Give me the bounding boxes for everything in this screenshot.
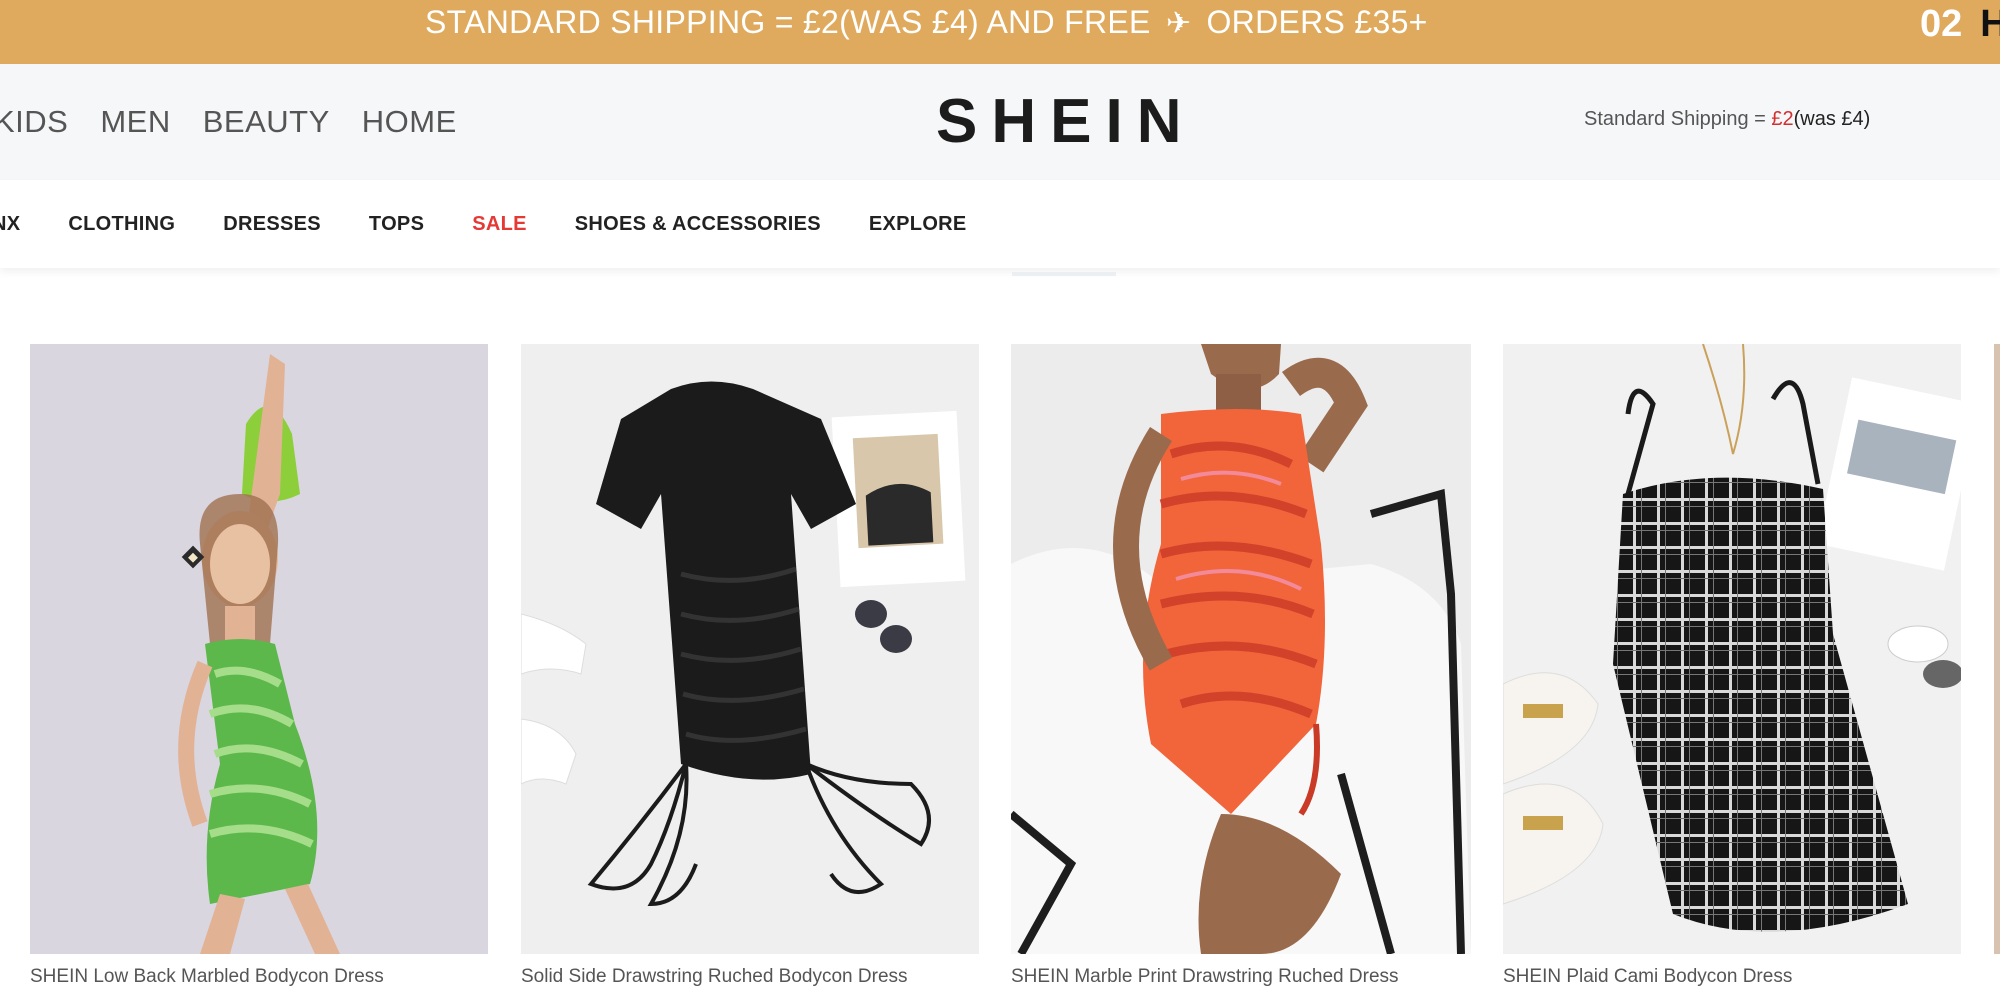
model-orange-dress-illustration	[1011, 344, 1471, 954]
countdown-timer: 02 H	[1920, 0, 2000, 48]
subnav-item-nx[interactable]: NX	[0, 213, 20, 236]
subnav-item-explore[interactable]: EXPLORE	[869, 213, 967, 236]
product-card[interactable]: SHEIN Low Back Marbled Bodycon Dress	[30, 344, 488, 987]
category-beauty[interactable]: BEAUTY	[203, 104, 330, 140]
product-title[interactable]: SHEIN Marble Print Drawstring Ruched Dre…	[1011, 966, 1399, 988]
shein-logo[interactable]: SHEIN	[936, 90, 1181, 154]
promo-text: STANDARD SHIPPING = £2(WAS £4) AND FREE …	[425, 0, 1428, 44]
product-image[interactable]	[1503, 344, 1961, 954]
product-card[interactable]: SHEIN Marble Print Drawstring Ruched Dre…	[1011, 344, 1471, 987]
category-kids[interactable]: KIDS	[0, 104, 68, 140]
countdown-next: H	[1980, 3, 2000, 45]
airplane-icon: ✈	[1165, 7, 1192, 40]
promo-text-before: STANDARD SHIPPING = £2(WAS £4) AND FREE	[425, 4, 1151, 40]
product-title[interactable]: SHEIN Plaid Cami Bodycon Dress	[1503, 966, 1792, 988]
category-men[interactable]: MEN	[100, 104, 170, 140]
model-green-dress-illustration	[30, 344, 488, 954]
product-image[interactable]	[521, 344, 979, 954]
subnav-item-clothing[interactable]: CLOTHING	[68, 213, 175, 236]
category-nav: KIDS MEN BEAUTY HOME	[0, 64, 489, 180]
subnav-item-tops[interactable]: TOPS	[369, 213, 424, 236]
plaid-dress-flatlay-illustration	[1503, 344, 1961, 954]
category-home[interactable]: HOME	[362, 104, 457, 140]
product-title[interactable]: SHEIN Low Back Marbled Bodycon Dress	[30, 966, 384, 988]
promo-banner[interactable]: STANDARD SHIPPING = £2(WAS £4) AND FREE …	[0, 0, 2000, 64]
product-card[interactable]: Solid Side Drawstring Ruched Bodycon Dre…	[521, 344, 979, 987]
subnav-items: NX CLOTHING DRESSES TOPS SALE SHOES & AC…	[0, 180, 1015, 268]
shipping-note-was: (was £4)	[1793, 108, 1871, 130]
shipping-note-price: £2	[1771, 108, 1794, 130]
black-dress-flatlay-illustration	[521, 344, 979, 954]
subnav-item-shoes-accessories[interactable]: SHOES & ACCESSORIES	[575, 213, 821, 236]
countdown-value: 02	[1920, 3, 1963, 45]
promo-text-after: ORDERS £35+	[1206, 4, 1428, 40]
product-image[interactable]	[30, 344, 488, 954]
product-image[interactable]	[1011, 344, 1471, 954]
shipping-note-label: Standard Shipping =	[1584, 108, 1772, 130]
product-image[interactable]	[1994, 344, 2000, 954]
sub-navigation: NX CLOTHING DRESSES TOPS SALE SHOES & AC…	[0, 180, 2000, 268]
product-card[interactable]	[1994, 344, 2000, 954]
product-card[interactable]: SHEIN Plaid Cami Bodycon Dress	[1503, 344, 1961, 987]
subnav-item-dresses[interactable]: DRESSES	[223, 213, 321, 236]
subnav-indicator	[1012, 272, 1116, 276]
subnav-item-sale[interactable]: SALE	[472, 213, 527, 236]
product-title[interactable]: Solid Side Drawstring Ruched Bodycon Dre…	[521, 966, 908, 988]
shipping-note: Standard Shipping = £2(was £4)	[1584, 108, 1870, 131]
